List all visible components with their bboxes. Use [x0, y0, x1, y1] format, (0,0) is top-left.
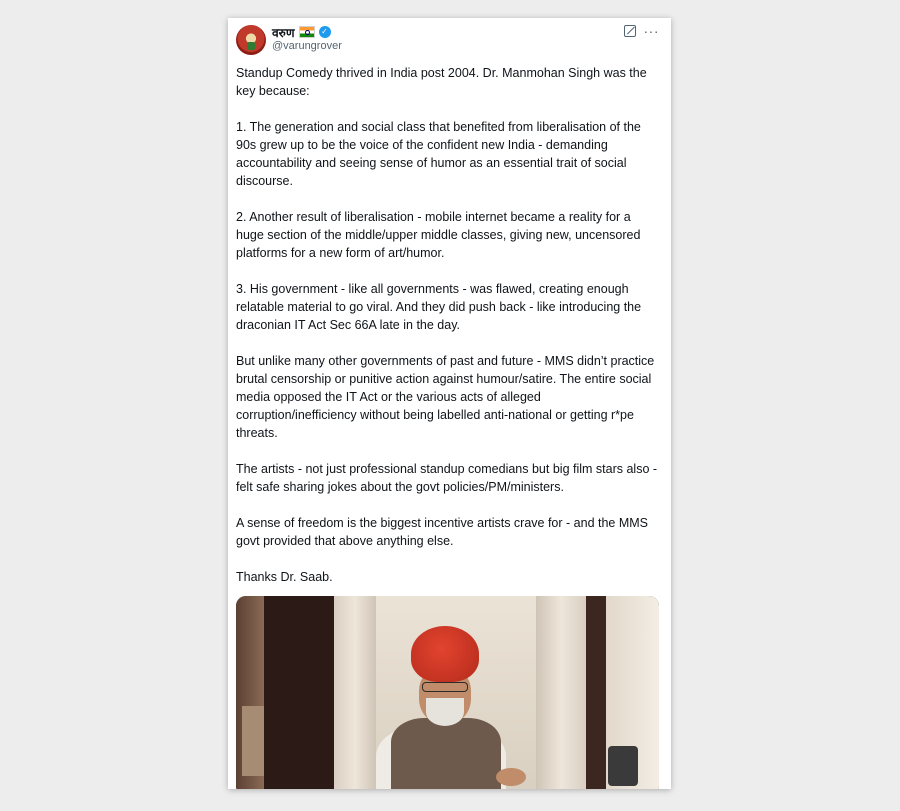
edit-square-icon[interactable]	[623, 25, 636, 37]
verified-badge-icon[interactable]: ✓	[318, 26, 331, 38]
display-name[interactable]: वरुण	[272, 24, 295, 41]
tweet-paragraph: A sense of freedom is the biggest incent…	[236, 516, 648, 548]
photo-curtain-mid-left	[334, 596, 376, 789]
tweet-paragraph: Standup Comedy thrived in India post 200…	[236, 66, 647, 98]
author-name-row: वरुण ✓	[272, 24, 331, 40]
tweet-paragraph: 3. His government - like all governments…	[236, 282, 642, 332]
photo-person-glasses	[422, 682, 468, 692]
tweet-text: Standup Comedy thrived in India post 200…	[236, 64, 661, 604]
header-actions: ···	[623, 24, 660, 38]
photo-wall-right	[586, 596, 606, 789]
photo-person-turban	[411, 626, 479, 682]
photo-shelf	[242, 706, 264, 776]
user-handle[interactable]: @varungrover	[272, 40, 342, 52]
photo-wall-left	[264, 596, 334, 789]
more-options-icon[interactable]: ···	[644, 24, 660, 38]
tweet-paragraph: But unlike many other governments of pas…	[236, 354, 655, 440]
tweet-paragraph: 2. Another result of liberalisation - mo…	[236, 210, 641, 260]
avatar[interactable]	[236, 25, 266, 55]
tweet-paragraph: Thanks Dr. Saab.	[236, 570, 333, 584]
tweet-card: वरुण ✓ @varungrover ··· Standup Comedy t…	[228, 18, 671, 789]
india-flag-icon	[298, 26, 315, 38]
tweet-paragraph: The artists - not just professional stan…	[236, 462, 658, 494]
photo-person-vest	[391, 718, 501, 789]
photo-curtain-mid-right	[536, 596, 586, 789]
photo-person-beard	[426, 698, 464, 726]
photo-lamp	[608, 746, 638, 786]
tweet-photo[interactable]	[236, 596, 659, 789]
tweet-paragraph: 1. The generation and social class that …	[236, 120, 641, 188]
photo-person-hand	[496, 768, 526, 786]
